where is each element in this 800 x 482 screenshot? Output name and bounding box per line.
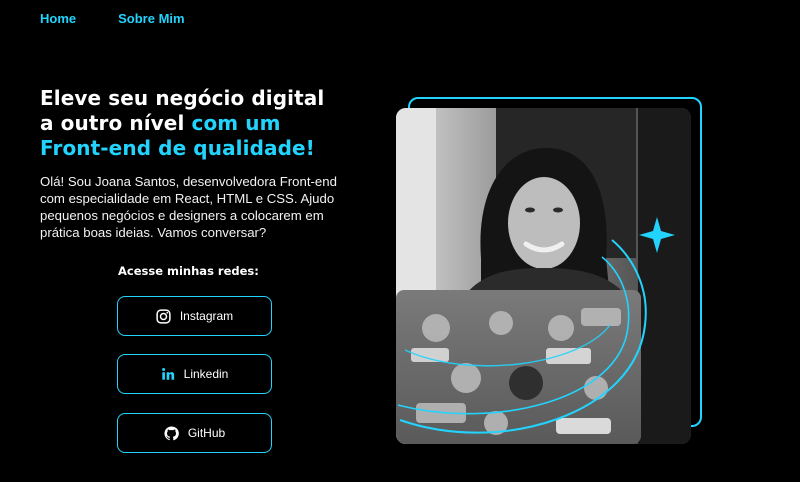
hero-title: Eleve seu negócio digital a outro nível c… — [40, 86, 370, 161]
github-icon — [164, 425, 179, 441]
profile-photo — [396, 108, 691, 444]
hero-title-line2-accent: com um — [191, 111, 281, 135]
github-label: GitHub — [187, 426, 226, 440]
instagram-icon — [156, 308, 171, 324]
instagram-label: Instagram — [179, 309, 234, 323]
hero-title-line2: a outro nível — [40, 111, 192, 135]
nav-link-home[interactable]: Home — [40, 11, 76, 26]
nav-link-sobre-mim[interactable]: Sobre Mim — [118, 11, 184, 26]
linkedin-label: Linkedin — [183, 367, 229, 381]
hero-title-line3-accent: Front-end de qualidade! — [40, 136, 315, 160]
intro-paragraph: Olá! Sou Joana Santos, desenvolvedora Fr… — [40, 174, 337, 240]
social-heading: Acesse minhas redes: — [118, 264, 259, 278]
linkedin-button[interactable]: Linkedin — [117, 354, 272, 394]
instagram-button[interactable]: Instagram — [117, 296, 272, 336]
linkedin-icon — [161, 367, 175, 381]
github-button[interactable]: GitHub — [117, 413, 272, 453]
hero-title-line1: Eleve seu negócio digital — [40, 86, 325, 110]
top-navigation: Home Sobre Mim — [40, 11, 185, 26]
